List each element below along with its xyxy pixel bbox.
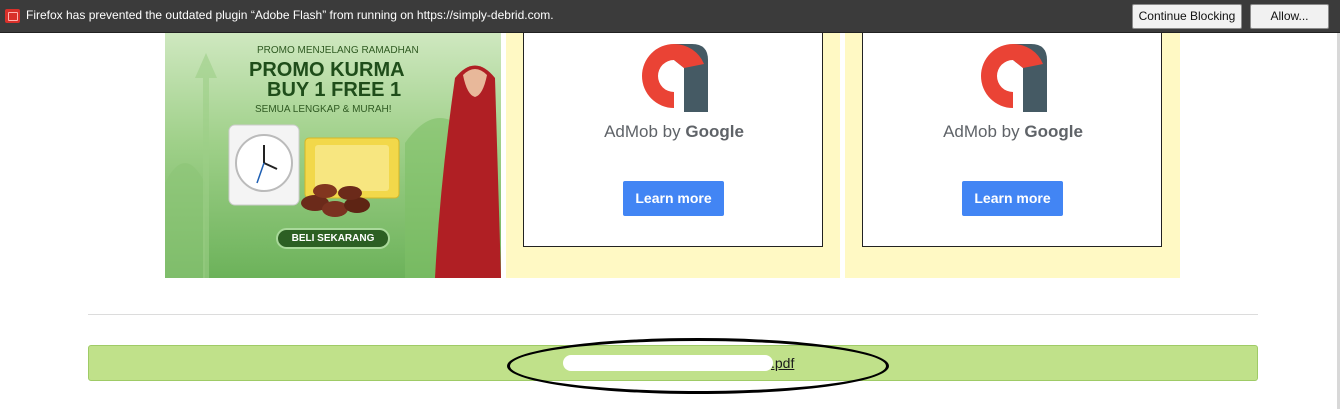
section-divider — [88, 314, 1258, 315]
admob-by-label: AdMob by — [943, 122, 1025, 141]
promo-line-3: BUY 1 FREE 1 — [267, 79, 402, 101]
continue-blocking-button[interactable]: Continue Blocking — [1132, 4, 1242, 29]
admob-logo-icon — [981, 43, 1047, 112]
blocked-plugin-icon — [5, 9, 20, 23]
highlight-ellipse-annotation — [507, 338, 889, 394]
promo-line-4: SEMUA LENGKAP & MURAH! — [255, 104, 392, 115]
admob-logo-icon — [642, 43, 708, 112]
admob-brand-text: AdMob by Google — [863, 122, 1163, 142]
admob-by-label: AdMob by — [604, 122, 686, 141]
allow-button[interactable]: Allow... — [1250, 4, 1329, 29]
admob-brand-text: AdMob by Google — [524, 122, 824, 142]
promo-banner-ad[interactable]: PROMO MENJELANG RAMADHAN PROMO KURMA BUY… — [165, 33, 501, 278]
beli-sekarang-button[interactable]: BELI SEKARANG — [276, 228, 390, 249]
learn-more-button[interactable]: Learn more — [623, 181, 724, 216]
plugin-notification-bar: Firefox has prevented the outdated plugi… — [0, 0, 1340, 33]
notification-message: Firefox has prevented the outdated plugi… — [26, 8, 554, 22]
google-label: Google — [1024, 122, 1083, 141]
admob-ad-slot-1: AdMob by Google Learn more — [506, 33, 840, 278]
learn-more-button[interactable]: Learn more — [962, 181, 1063, 216]
google-label: Google — [685, 122, 744, 141]
promo-line-1: PROMO MENJELANG RAMADHAN — [257, 45, 419, 56]
admob-ad-slot-2: AdMob by Google Learn more — [845, 33, 1180, 278]
admob-ad-frame[interactable]: AdMob by Google Learn more — [862, 33, 1162, 247]
admob-ad-frame[interactable]: AdMob by Google Learn more — [523, 33, 823, 247]
